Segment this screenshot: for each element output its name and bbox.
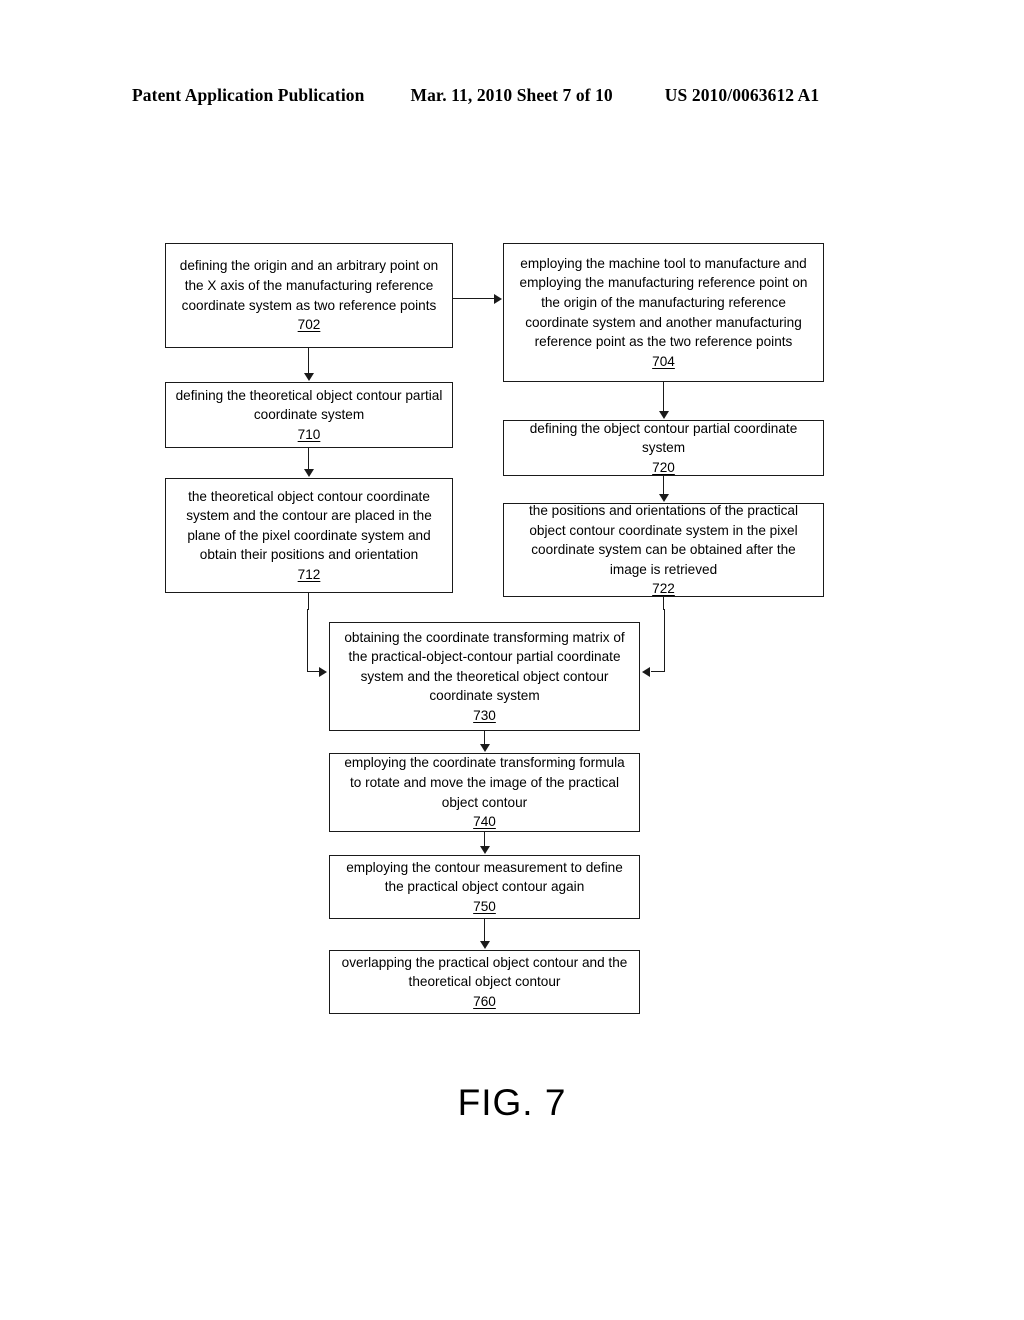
connector-702-to-710-arrow (303, 373, 314, 381)
connector-702-to-704-line (453, 298, 495, 299)
connector-722-to-730-drop (664, 609, 665, 672)
flowchart-box-710: defining the theoretical object contour … (165, 382, 453, 448)
flowchart-box-702: defining the origin and an arbitrary poi… (165, 243, 453, 348)
flowchart-box-740-text: employing the coordinate transforming fo… (344, 755, 625, 810)
flowchart-box-730: obtaining the coordinate transforming ma… (329, 622, 640, 731)
flowchart-box-760: overlapping the practical object contour… (329, 950, 640, 1014)
flowchart-box-740: employing the coordinate transforming fo… (329, 753, 640, 832)
connector-702-to-704-arrow (494, 293, 502, 304)
connector-720-to-722-line (663, 476, 664, 495)
connector-740-to-750-line (484, 832, 485, 847)
connector-750-to-760-arrow (479, 941, 490, 949)
flowchart-box-702-number: 702 (297, 317, 321, 333)
flowchart-box-720-number: 720 (652, 459, 675, 475)
flowchart-box-760-number: 760 (473, 993, 496, 1009)
header-date-sheet-label: Mar. 11, 2010 Sheet 7 of 10 (410, 85, 613, 105)
flowchart-box-750: employing the contour measurement to def… (329, 855, 640, 919)
connector-702-to-710-line (308, 348, 309, 374)
header-patent-number: US 2010/0063612 A1 (664, 85, 820, 105)
flowchart-box-722: the positions and orientations of the pr… (503, 503, 824, 597)
flowchart-box-710-number: 710 (297, 426, 321, 442)
flowchart-box-750-text: employing the contour measurement to def… (346, 859, 623, 895)
connector-712-to-730-arrow (319, 666, 327, 677)
connector-704-to-720-line (663, 382, 664, 412)
connector-722-to-730-entry (651, 671, 665, 672)
header-publication-label: Patent Application Publication (132, 85, 365, 105)
connector-710-to-712-line (308, 448, 309, 470)
flowchart-box-712: the theoretical object contour coordinat… (165, 478, 453, 593)
flowchart-box-720-text: defining the object contour partial coor… (529, 420, 798, 456)
connector-712-to-730-stub (308, 593, 309, 610)
flowchart-box-760-text: overlapping the practical object contour… (341, 954, 628, 990)
flowchart-box-704: employing the machine tool to manufactur… (503, 243, 824, 382)
flowchart-box-720: defining the object contour partial coor… (503, 420, 824, 476)
connector-712-to-730-drop (307, 609, 308, 672)
figure-caption: FIG. 7 (457, 1082, 567, 1123)
flowchart-box-712-number: 712 (297, 566, 321, 582)
page-header: Patent Application Publication Mar. 11, … (132, 85, 892, 111)
flowchart-box-722-text: the positions and orientations of the pr… (528, 503, 799, 577)
connector-750-to-760-line (484, 919, 485, 942)
connector-730-to-740-line (484, 731, 485, 745)
flowchart-box-750-number: 750 (473, 898, 496, 914)
patent-figure-page: Patent Application Publication Mar. 11, … (0, 0, 1024, 1320)
connector-704-to-720-arrow (658, 411, 669, 419)
flowchart-box-710-text: defining the theoretical object contour … (175, 387, 443, 423)
connector-722-to-730-arrow (642, 666, 650, 677)
connector-720-to-722-arrow (658, 494, 669, 502)
flowchart-box-730-number: 730 (473, 707, 496, 723)
connector-730-to-740-arrow (479, 744, 490, 752)
flowchart-box-704-text: employing the machine tool to manufactur… (519, 255, 808, 350)
flowchart-box-704-number: 704 (652, 353, 675, 369)
flowchart-box-702-text: defining the origin and an arbitrary poi… (179, 258, 439, 313)
flowchart-box-722-number: 722 (652, 581, 675, 597)
flowchart-box-740-number: 740 (473, 814, 496, 830)
flowchart-box-712-text: the theoretical object contour coordinat… (186, 488, 432, 563)
connector-710-to-712-arrow (303, 469, 314, 477)
flowchart-box-730-text: obtaining the coordinate transforming ma… (344, 629, 625, 704)
connector-740-to-750-arrow (479, 846, 490, 854)
